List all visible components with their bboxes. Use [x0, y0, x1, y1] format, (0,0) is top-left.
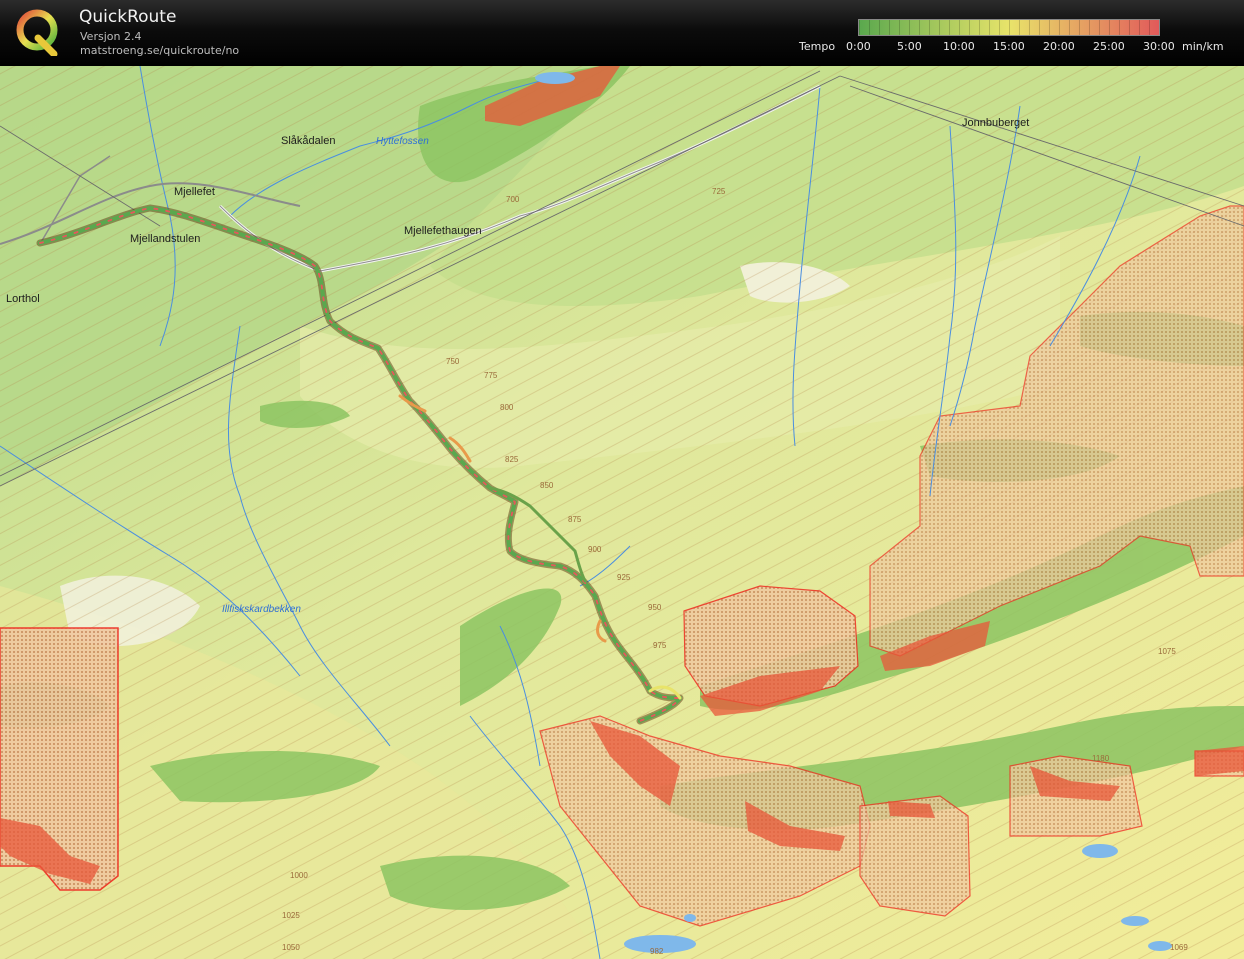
pace-legend-unit: min/km [1182, 40, 1224, 53]
place-name: Mjellandstulen [130, 233, 200, 245]
place-name: Mjellefet [174, 186, 215, 198]
elevation-label: 800 [500, 403, 514, 412]
elevation-label: 1000 [290, 871, 308, 880]
header-bar: QuickRoute Versjon 2.4 matstroeng.se/qui… [0, 0, 1244, 66]
app-url: matstroeng.se/quickroute/no [80, 44, 240, 57]
elevation-label: 725 [712, 187, 726, 196]
pace-legend-tick: 15:00 [993, 40, 1025, 53]
place-name: Mjellefethaugen [404, 225, 482, 237]
pace-legend-tick: 0:00 [846, 40, 871, 53]
elevation-label: 1025 [282, 911, 300, 920]
elevation-label: 982 [650, 947, 664, 956]
pace-legend-tick: 30:00 [1143, 40, 1175, 53]
water-name: Hyttefossen [376, 136, 429, 147]
elevation-label: 850 [540, 481, 554, 490]
pace-legend-tick: 5:00 [897, 40, 922, 53]
elevation-label: 825 [505, 455, 519, 464]
pace-legend-tick: 20:00 [1043, 40, 1075, 53]
water-name: Illfiskskardbekken [222, 604, 301, 615]
pace-legend-tick: 25:00 [1093, 40, 1125, 53]
elevation-label: 950 [648, 603, 662, 612]
quickroute-window: QuickRoute Versjon 2.4 matstroeng.se/qui… [0, 0, 1244, 959]
place-name: Lorthol [6, 293, 40, 305]
pace-legend-tick: 10:00 [943, 40, 975, 53]
elevation-label: 750 [446, 357, 460, 366]
quickroute-logo-icon [16, 9, 58, 56]
place-name: Slåkådalen [281, 135, 335, 147]
elevation-label: 1180 [1092, 754, 1110, 763]
topographic-map[interactable]: Slåkådalen Mjellefet Mjellandstulen Mjel… [0, 66, 1244, 959]
pace-legend-title: Tempo [799, 40, 836, 53]
elevation-label: 775 [484, 371, 498, 380]
elevation-label: 975 [653, 641, 667, 650]
elevation-label: 900 [588, 545, 602, 554]
app-version: Versjon 2.4 [80, 30, 142, 43]
elevation-label: 925 [617, 573, 631, 582]
elevation-label: 1069 [1170, 943, 1188, 952]
place-name: Jonnbuberget [962, 117, 1029, 129]
elevation-label: 1050 [282, 943, 300, 952]
elevation-label: 1075 [1158, 647, 1176, 656]
elevation-label: 700 [506, 195, 520, 204]
pace-legend-bar [858, 19, 1160, 36]
app-title: QuickRoute [79, 7, 177, 27]
elevation-label: 875 [568, 515, 582, 524]
